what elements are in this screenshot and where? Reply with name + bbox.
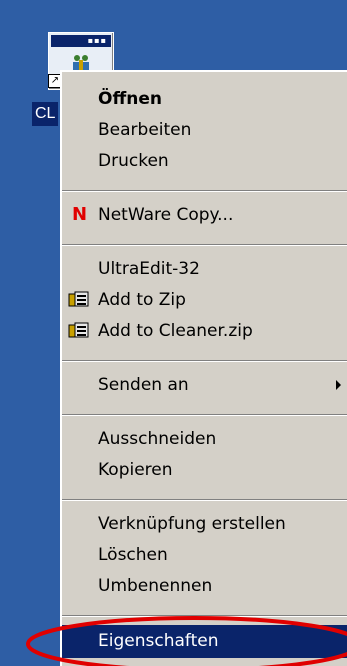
netware-n-icon: N — [72, 204, 88, 225]
window-titlebar: ▪▪▪ — [51, 35, 111, 47]
menu-item-oeffnen[interactable]: Öffnen — [62, 84, 347, 114]
menu-item-loeschen[interactable]: Löschen — [62, 540, 347, 570]
menu-separator — [62, 499, 347, 501]
menu-item-netware-copy[interactable]: N NetWare Copy... — [62, 200, 347, 230]
menu-separator — [62, 615, 347, 617]
menu-item-kopieren[interactable]: Kopieren — [62, 455, 347, 485]
menu-item-label: Add to Cleaner.zip — [98, 321, 253, 341]
submenu-arrow-icon — [336, 380, 341, 390]
menu-item-verknuepfung-erstellen[interactable]: Verknüpfung erstellen — [62, 509, 347, 539]
menu-separator — [62, 360, 347, 362]
menu-item-umbenennen[interactable]: Umbenennen — [62, 571, 347, 601]
menu-item-eigenschaften[interactable]: Eigenschaften — [62, 625, 347, 658]
menu-item-ultraedit[interactable]: UltraEdit-32 — [62, 254, 347, 284]
menu-item-ausschneiden[interactable]: Ausschneiden — [62, 424, 347, 454]
winzip-icon — [68, 322, 89, 338]
desktop: ▪▪▪ ↗ CL Öffnen Bearbeiten Drucken N Net… — [0, 0, 347, 666]
menu-item-add-to-zip[interactable]: Add to Zip — [62, 285, 347, 315]
context-menu: Öffnen Bearbeiten Drucken N NetWare Copy… — [60, 70, 347, 666]
menu-separator — [62, 190, 347, 192]
menu-item-senden-an[interactable]: Senden an — [62, 370, 347, 400]
menu-item-add-to-cleaner-zip[interactable]: Add to Cleaner.zip — [62, 316, 347, 346]
desktop-icon-label[interactable]: CL — [32, 102, 58, 126]
window-buttons: ▪▪▪ — [87, 36, 107, 45]
menu-item-label: Add to Zip — [98, 290, 186, 310]
menu-item-label: NetWare Copy... — [98, 205, 234, 225]
menu-separator — [62, 414, 347, 416]
menu-item-bearbeiten[interactable]: Bearbeiten — [62, 115, 347, 145]
winzip-icon — [68, 291, 89, 307]
menu-item-label: Senden an — [98, 375, 189, 395]
menu-item-drucken[interactable]: Drucken — [62, 146, 347, 176]
menu-separator — [62, 244, 347, 246]
